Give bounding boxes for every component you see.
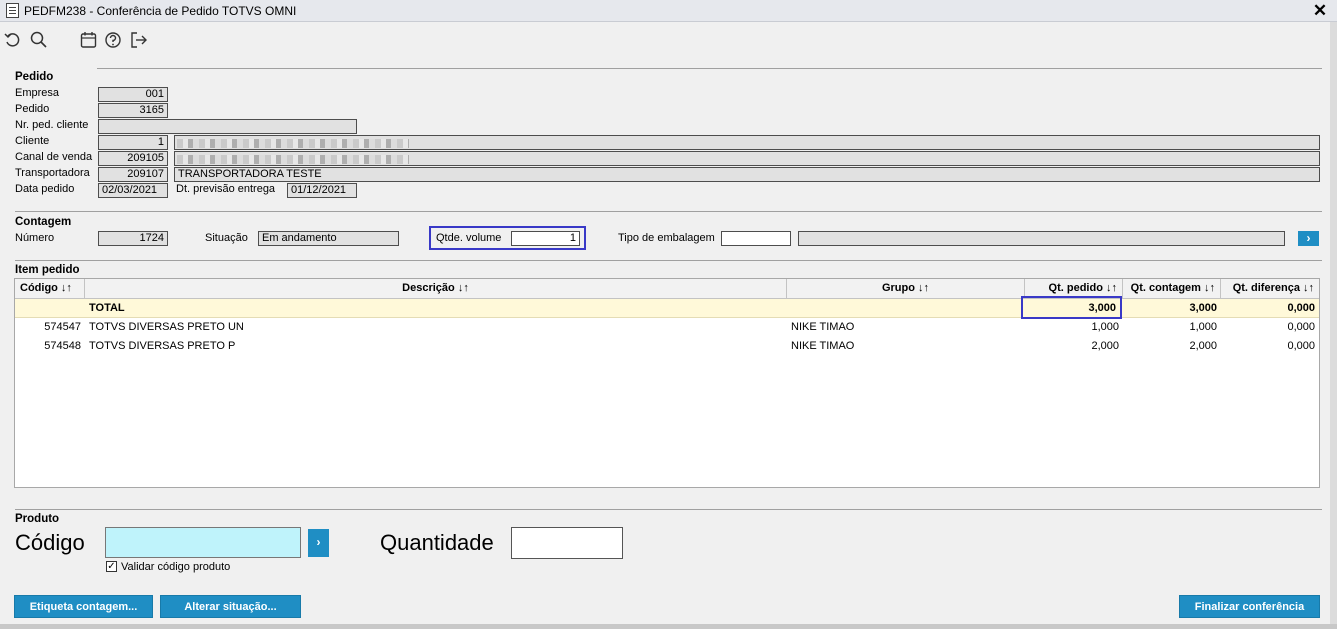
canal-venda-code-field[interactable]: 209105 bbox=[98, 151, 168, 166]
codigo-produto-go-button[interactable]: › bbox=[308, 529, 329, 557]
pedido-label: Pedido bbox=[15, 103, 50, 115]
data-pedido-field[interactable]: 02/03/2021 bbox=[98, 183, 168, 198]
cliente-code-field[interactable]: 1 bbox=[98, 135, 168, 150]
col-header-qt-diferenca[interactable]: Qt. diferença ↓↑ bbox=[1221, 279, 1319, 299]
tipo-embalagem-go-button[interactable]: › bbox=[1298, 231, 1319, 246]
total-qt-diferenca: 0,000 bbox=[1287, 302, 1315, 314]
qtde-volume-label: Qtde. volume bbox=[436, 232, 502, 244]
section-contagem-title: Contagem bbox=[15, 216, 72, 228]
transportadora-name-field[interactable]: TRANSPORTADORA TESTE bbox=[174, 167, 1320, 182]
section-divider bbox=[15, 509, 1322, 510]
qtde-volume-input[interactable]: 1 bbox=[511, 231, 580, 246]
validar-codigo-label: Validar código produto bbox=[121, 561, 231, 573]
window-title: PEDFM238 - Conferência de Pedido TOTVS O… bbox=[24, 4, 297, 18]
transportadora-label: Transportadora bbox=[15, 167, 90, 179]
total-qt-contagem: 3,000 bbox=[1189, 302, 1217, 314]
data-pedido-label: Data pedido bbox=[15, 183, 75, 195]
situacao-field[interactable]: Em andamento bbox=[258, 231, 399, 246]
exit-icon[interactable] bbox=[129, 30, 149, 50]
col-header-grupo[interactable]: Grupo ↓↑ bbox=[787, 279, 1025, 299]
search-icon[interactable] bbox=[29, 30, 49, 50]
quantidade-label: Quantidade bbox=[380, 530, 494, 555]
cell-grupo: NIKE TIMAO bbox=[791, 340, 855, 352]
cell-descricao: TOTVS DIVERSAS PRETO P bbox=[89, 340, 236, 352]
help-icon[interactable] bbox=[103, 30, 123, 50]
tipo-embalagem-label: Tipo de embalagem bbox=[618, 232, 715, 244]
validar-codigo-checkbox[interactable]: ✓ bbox=[106, 561, 117, 572]
cell-grupo: NIKE TIMAO bbox=[791, 321, 855, 333]
pedido-field[interactable]: 3165 bbox=[98, 103, 168, 118]
section-divider bbox=[15, 260, 1322, 261]
col-header-descricao[interactable]: Descrição ↓↑ bbox=[85, 279, 787, 299]
transportadora-code-field[interactable]: 209107 bbox=[98, 167, 168, 182]
empresa-label: Empresa bbox=[15, 87, 60, 99]
cell-qt-diferenca: 0,000 bbox=[1287, 340, 1315, 352]
tipo-embalagem-input[interactable] bbox=[721, 231, 791, 246]
col-header-qt-contagem[interactable]: Qt. contagem ↓↑ bbox=[1123, 279, 1221, 299]
items-table[interactable]: Código ↓↑ Descrição ↓↑ Grupo ↓↑ Qt. pedi… bbox=[14, 278, 1320, 488]
numero-field[interactable]: 1724 bbox=[98, 231, 168, 246]
cell-codigo: 574548 bbox=[44, 340, 81, 352]
undo-icon[interactable] bbox=[3, 30, 23, 50]
finalizar-conferencia-button[interactable]: Finalizar conferência bbox=[1179, 595, 1320, 618]
cell-descricao: TOTVS DIVERSAS PRETO UN bbox=[89, 321, 244, 333]
section-produto-title: Produto bbox=[15, 513, 60, 525]
previsao-entrega-field[interactable]: 01/12/2021 bbox=[287, 183, 357, 198]
cell-qt-pedido: 2,000 bbox=[1091, 340, 1119, 352]
toolbar bbox=[0, 22, 1337, 54]
nr-ped-cliente-field[interactable] bbox=[98, 119, 357, 134]
scrollbar-track[interactable] bbox=[1330, 22, 1337, 624]
codigo-produto-input[interactable] bbox=[105, 527, 301, 558]
cell-qt-contagem: 2,000 bbox=[1189, 340, 1217, 352]
situacao-label: Situação bbox=[205, 232, 248, 244]
cliente-label: Cliente bbox=[15, 135, 50, 147]
canal-venda-name-field[interactable] bbox=[174, 151, 1320, 166]
etiqueta-contagem-button[interactable]: Etiqueta contagem... bbox=[14, 595, 153, 618]
cell-qt-diferenca: 0,000 bbox=[1287, 321, 1315, 333]
canal-venda-label: Canal de venda bbox=[15, 151, 93, 163]
document-icon bbox=[6, 3, 19, 18]
section-divider bbox=[15, 211, 1322, 212]
redacted-text bbox=[177, 139, 409, 148]
alterar-situacao-button[interactable]: Alterar situação... bbox=[160, 595, 301, 618]
status-bar bbox=[0, 624, 1337, 629]
calendar-icon[interactable] bbox=[79, 30, 99, 50]
close-button[interactable]: ✕ bbox=[1311, 2, 1329, 20]
previsao-entrega-label: Dt. previsão entrega bbox=[176, 183, 276, 195]
section-item-pedido-title: Item pedido bbox=[15, 264, 80, 276]
cliente-name-field[interactable] bbox=[174, 135, 1320, 150]
redacted-text bbox=[177, 155, 409, 164]
tipo-embalagem-desc-field bbox=[798, 231, 1285, 246]
col-header-codigo[interactable]: Código ↓↑ bbox=[15, 279, 85, 299]
quantidade-input[interactable] bbox=[511, 527, 623, 559]
codigo-label: Código bbox=[15, 530, 85, 555]
nr-ped-cliente-label: Nr. ped. cliente bbox=[15, 119, 89, 131]
empresa-field[interactable]: 001 bbox=[98, 87, 168, 102]
total-qt-pedido: 3,000 bbox=[1088, 302, 1116, 314]
cell-qt-contagem: 1,000 bbox=[1189, 321, 1217, 333]
section-divider bbox=[97, 68, 1322, 69]
numero-label: Número bbox=[15, 232, 55, 244]
cell-codigo: 574547 bbox=[44, 321, 81, 333]
total-label: TOTAL bbox=[89, 302, 125, 314]
section-pedido-title: Pedido bbox=[15, 71, 54, 83]
cell-qt-pedido: 1,000 bbox=[1091, 321, 1119, 333]
